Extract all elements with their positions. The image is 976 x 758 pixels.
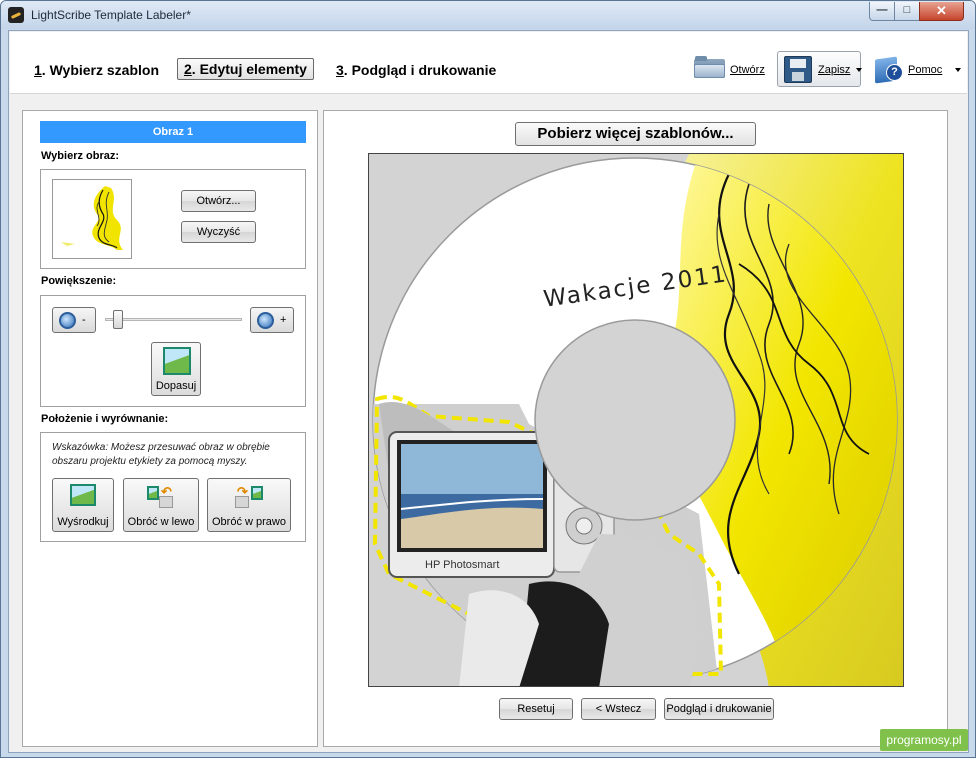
close-button[interactable]: ✕: [919, 2, 964, 21]
step-preview-print[interactable]: 3. Podgląd i drukowanie: [336, 60, 496, 82]
maximize-button[interactable]: □: [894, 2, 920, 21]
rotate-right-icon: ↷: [233, 484, 267, 510]
client-area: 1. Wybierz szablon 2. Edytuj elementy 3.…: [8, 30, 969, 753]
rotate-right-button[interactable]: ↷ Obróć w prawo: [207, 478, 291, 532]
choose-image-group: Otwórz... Wyczyść: [40, 169, 306, 269]
help-book-icon: ?: [874, 54, 904, 84]
zoom-slider-thumb[interactable]: [112, 310, 123, 329]
open-image-button[interactable]: Otwórz...: [181, 190, 256, 212]
save-tool-label: Zapisz: [818, 64, 851, 76]
zoom-slider-track[interactable]: [105, 318, 242, 321]
step-2-number: 2: [184, 61, 192, 77]
save-tool-button[interactable]: Zapisz: [777, 51, 862, 87]
rotate-left-label: Obróć w lewo: [127, 516, 195, 528]
lightscribe-app-icon: [8, 7, 24, 23]
zoom-group: - + Dopasuj: [40, 295, 306, 407]
step-3-number: 3: [336, 62, 344, 78]
minimize-button[interactable]: —: [869, 2, 895, 21]
chevron-down-icon[interactable]: [856, 68, 862, 72]
center-button-label: Wyśrodkuj: [57, 516, 109, 528]
camera-brand-text: HP Photosmart: [425, 559, 499, 571]
rotate-left-button[interactable]: ↶ Obróć w lewo: [123, 478, 199, 532]
zoom-label: Powiększenie:: [41, 275, 117, 287]
floppy-disk-icon: [784, 56, 812, 83]
step-2-label: . Edytuj elementy: [191, 61, 307, 77]
fit-picture-icon: [163, 347, 191, 375]
hint-text: Wskazówka: Możesz przesuwać obraz w obrę…: [52, 442, 270, 467]
label-preview-panel: Pobierz więcej szablonów... HP Photosmar…: [323, 110, 948, 747]
wizard-header: 1. Wybierz szablon 2. Edytuj elementy 3.…: [10, 32, 967, 94]
back-button-label: < Wstecz: [595, 703, 642, 715]
image-properties-panel: Obraz 1 Wybierz obraz: Otwórz... Wyczyść…: [22, 110, 318, 747]
zoom-in-sign: +: [280, 314, 287, 326]
step-edit-elements[interactable]: 2. Edytuj elementy: [177, 58, 314, 80]
magnifier-icon: [59, 312, 76, 329]
zoom-out-button[interactable]: -: [52, 307, 96, 333]
preview-print-label: Podgląd i drukowanie: [666, 703, 772, 715]
choose-image-label: Wybierz obraz:: [41, 150, 120, 162]
preview-print-button[interactable]: Podgląd i drukowanie: [664, 698, 774, 720]
step-1-label: . Wybierz szablon: [41, 62, 160, 78]
fit-button[interactable]: Dopasuj: [151, 342, 201, 396]
rotate-left-icon: ↶: [145, 484, 179, 510]
open-tool-button[interactable]: Otwórz: [694, 52, 774, 88]
position-group: Wskazówka: Możesz przesuwać obraz w obrę…: [40, 432, 306, 542]
back-button[interactable]: < Wstecz: [581, 698, 656, 720]
close-icon: ✕: [936, 3, 947, 18]
title-bar[interactable]: LightScribe Template Labeler* — □ ✕: [1, 1, 975, 29]
step-3-label: . Podgląd i drukowanie: [343, 62, 497, 78]
fit-button-label: Dopasuj: [155, 380, 197, 392]
panel-header: Obraz 1: [40, 121, 306, 143]
step-choose-template[interactable]: 1. Wybierz szablon: [34, 60, 159, 82]
app-window: LightScribe Template Labeler* — □ ✕ 1. W…: [0, 0, 976, 758]
more-templates-button[interactable]: Pobierz więcej szablonów...: [515, 122, 756, 146]
disc-label-artwork[interactable]: HP Photosmart Wakacje 2011: [369, 154, 904, 687]
rotate-right-label: Obróć w prawo: [212, 516, 286, 528]
center-button[interactable]: Wyśrodkuj: [52, 478, 114, 532]
label-design-canvas[interactable]: HP Photosmart Wakacje 2011: [368, 153, 904, 687]
magnifier-icon: [257, 312, 274, 329]
clear-image-button[interactable]: Wyczyść: [181, 221, 256, 243]
reset-button[interactable]: Resetuj: [499, 698, 573, 720]
minimize-icon: —: [876, 4, 888, 16]
center-picture-icon: [70, 484, 96, 506]
maximize-icon: □: [903, 4, 911, 16]
window-title: LightScribe Template Labeler*: [31, 8, 191, 22]
step-1-number: 1: [34, 62, 42, 78]
smoke-thumbnail-image: [61, 186, 123, 250]
help-tool-button[interactable]: ? Pomoc: [874, 52, 964, 88]
zoom-in-button[interactable]: +: [250, 307, 294, 333]
folder-icon: [694, 56, 725, 78]
image-thumbnail: [52, 179, 132, 259]
chevron-down-icon[interactable]: [955, 68, 961, 72]
position-label: Położenie i wyrównanie:: [41, 413, 169, 425]
zoom-out-sign: -: [82, 314, 86, 326]
watermark-badge: programosy.pl: [880, 729, 968, 751]
reset-button-label: Resetuj: [517, 703, 555, 715]
help-tool-label: Pomoc: [908, 64, 943, 76]
open-tool-label: Otwórz: [730, 64, 765, 76]
